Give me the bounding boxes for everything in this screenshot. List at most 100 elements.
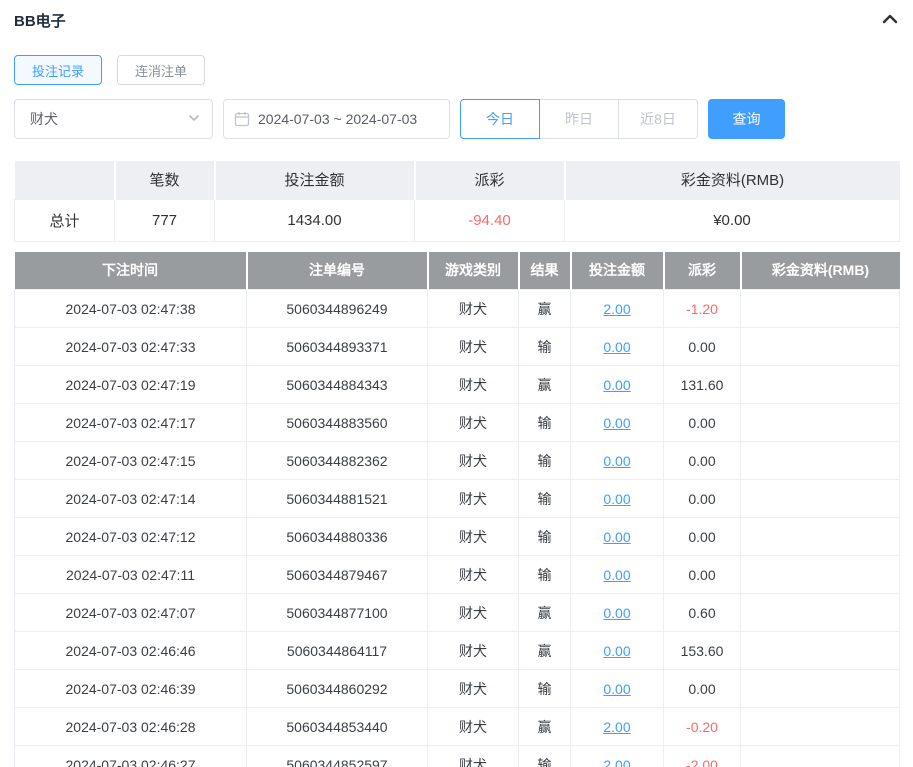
bet-records-panel: BB电子 投注记录 连消注单 财犬 2024-07-03 ~ 2024-07-0…: [0, 0, 913, 767]
cell-time: 2024-07-03 02:47:38: [14, 289, 247, 328]
cell-game: 财犬: [427, 327, 519, 366]
cell-bet-link[interactable]: 0.00: [603, 567, 630, 583]
summary-total-payout: -94.40: [414, 198, 565, 242]
table-row: 2024-07-03 02:47:11 5060344879467 财犬 输 0…: [14, 555, 900, 594]
cell-payout: 0.60: [663, 593, 741, 632]
header-bet-amount: 投注金额: [570, 251, 665, 290]
cell-game: 财犬: [427, 403, 519, 442]
cell-result: 赢: [518, 593, 571, 632]
cell-time: 2024-07-03 02:47:15: [14, 441, 247, 480]
cell-result: 输: [518, 403, 571, 442]
cell-bet-link[interactable]: 2.00: [603, 757, 630, 767]
summary-total-bonus: ¥0.00: [564, 198, 900, 242]
cell-game: 财犬: [427, 631, 519, 670]
cell-time: 2024-07-03 02:47:33: [14, 327, 247, 366]
cell-time: 2024-07-03 02:46:28: [14, 707, 247, 746]
cell-bet-link[interactable]: 0.00: [603, 377, 630, 393]
table-row: 2024-07-03 02:46:39 5060344860292 财犬 输 0…: [14, 669, 900, 708]
cell-result: 输: [518, 555, 571, 594]
search-button[interactable]: 查询: [708, 99, 785, 139]
cell-result: 赢: [518, 707, 571, 746]
cell-order-id: 5060344853440: [246, 707, 428, 746]
cell-payout: 0.00: [663, 479, 741, 518]
cell-order-id: 5060344877100: [246, 593, 428, 632]
cell-bet-link[interactable]: 2.00: [603, 301, 630, 317]
cell-game: 财犬: [427, 441, 519, 480]
cell-result: 输: [518, 745, 571, 767]
cell-order-id: 5060344852597: [246, 745, 428, 767]
caret-down-icon: [188, 111, 200, 127]
summary-header-bet-amount: 投注金额: [214, 161, 416, 199]
collapse-button[interactable]: [881, 10, 899, 31]
summary-total-bet-amount: 1434.00: [214, 198, 415, 242]
date-range-input[interactable]: 2024-07-03 ~ 2024-07-03: [223, 99, 450, 139]
summary-table: 笔数 投注金额 派彩 彩金资料(RMB) 总计 777 1434.00 -94.…: [14, 161, 900, 242]
table-row: 2024-07-03 02:47:12 5060344880336 财犬 输 0…: [14, 517, 900, 556]
table-row: 2024-07-03 02:47:17 5060344883560 财犬 输 0…: [14, 403, 900, 442]
game-select-value: 财犬: [30, 111, 58, 127]
cell-payout: -2.00: [663, 745, 741, 767]
cell-bet-link[interactable]: 0.00: [603, 681, 630, 697]
cell-bet-link[interactable]: 0.00: [603, 529, 630, 545]
cell-result: 输: [518, 441, 571, 480]
range-yesterday-button[interactable]: 昨日: [539, 99, 619, 139]
cell-bonus: [740, 555, 900, 594]
summary-header-payout: 派彩: [414, 161, 566, 199]
cell-payout: -1.20: [663, 289, 741, 328]
cell-bet-link[interactable]: 0.00: [603, 339, 630, 355]
header-order-id: 注单编号: [246, 251, 429, 290]
summary-total-row: 总计 777 1434.00 -94.40 ¥0.00: [14, 198, 900, 242]
table-row: 2024-07-03 02:46:46 5060344864117 财犬 赢 0…: [14, 631, 900, 670]
cell-bet-link[interactable]: 2.00: [603, 719, 630, 735]
summary-header-count: 笔数: [114, 161, 216, 199]
summary-header-row: 笔数 投注金额 派彩 彩金资料(RMB): [14, 161, 900, 199]
cell-result: 赢: [518, 365, 571, 404]
cell-time: 2024-07-03 02:46:39: [14, 669, 247, 708]
cell-bonus: [740, 327, 900, 366]
range-today-button[interactable]: 今日: [460, 99, 540, 139]
cell-time: 2024-07-03 02:47:11: [14, 555, 247, 594]
cell-bet-link[interactable]: 0.00: [603, 453, 630, 469]
page-title: BB电子: [14, 12, 66, 30]
cell-bet-link[interactable]: 0.00: [603, 605, 630, 621]
game-select[interactable]: 财犬: [14, 99, 213, 139]
table-row: 2024-07-03 02:47:07 5060344877100 财犬 赢 0…: [14, 593, 900, 632]
cell-result: 输: [518, 327, 571, 366]
cell-payout: 0.00: [663, 555, 741, 594]
cell-bet-link[interactable]: 0.00: [603, 491, 630, 507]
header-game-type: 游戏类别: [427, 251, 520, 290]
cell-game: 财犬: [427, 365, 519, 404]
cell-bonus: [740, 289, 900, 328]
table-row: 2024-07-03 02:46:28 5060344853440 财犬 赢 2…: [14, 707, 900, 746]
cell-game: 财犬: [427, 745, 519, 767]
table-row: 2024-07-03 02:47:38 5060344896249 财犬 赢 2…: [14, 289, 900, 328]
range-last8days-button[interactable]: 近8日: [618, 99, 698, 139]
cell-payout: 0.00: [663, 327, 741, 366]
header-bonus: 彩金资料(RMB): [740, 251, 900, 290]
cell-game: 财犬: [427, 669, 519, 708]
cell-payout: 153.60: [663, 631, 741, 670]
cell-payout: 131.60: [663, 365, 741, 404]
cell-order-id: 5060344893371: [246, 327, 428, 366]
cell-order-id: 5060344884343: [246, 365, 428, 404]
cell-order-id: 5060344896249: [246, 289, 428, 328]
cell-bonus: [740, 631, 900, 670]
cell-bet-link[interactable]: 0.00: [603, 415, 630, 431]
cell-result: 输: [518, 479, 571, 518]
table-row: 2024-07-03 02:46:27 5060344852597 财犬 输 2…: [14, 745, 900, 767]
table-row: 2024-07-03 02:47:14 5060344881521 财犬 输 0…: [14, 479, 900, 518]
cell-bonus: [740, 441, 900, 480]
cell-result: 赢: [518, 631, 571, 670]
tab-cancelled-orders[interactable]: 连消注单: [117, 55, 206, 85]
cell-order-id: 5060344864117: [246, 631, 428, 670]
cell-bet-link[interactable]: 0.00: [603, 643, 630, 659]
cell-bonus: [740, 707, 900, 746]
panel-header: BB电子: [14, 0, 899, 40]
cell-bonus: [740, 479, 900, 518]
quick-range-group: 今日 昨日 近8日: [460, 99, 698, 139]
table-row: 2024-07-03 02:47:19 5060344884343 财犬 赢 0…: [14, 365, 900, 404]
cell-result: 输: [518, 669, 571, 708]
tab-bet-records[interactable]: 投注记录: [14, 55, 103, 85]
cell-order-id: 5060344860292: [246, 669, 428, 708]
cell-bonus: [740, 745, 900, 767]
